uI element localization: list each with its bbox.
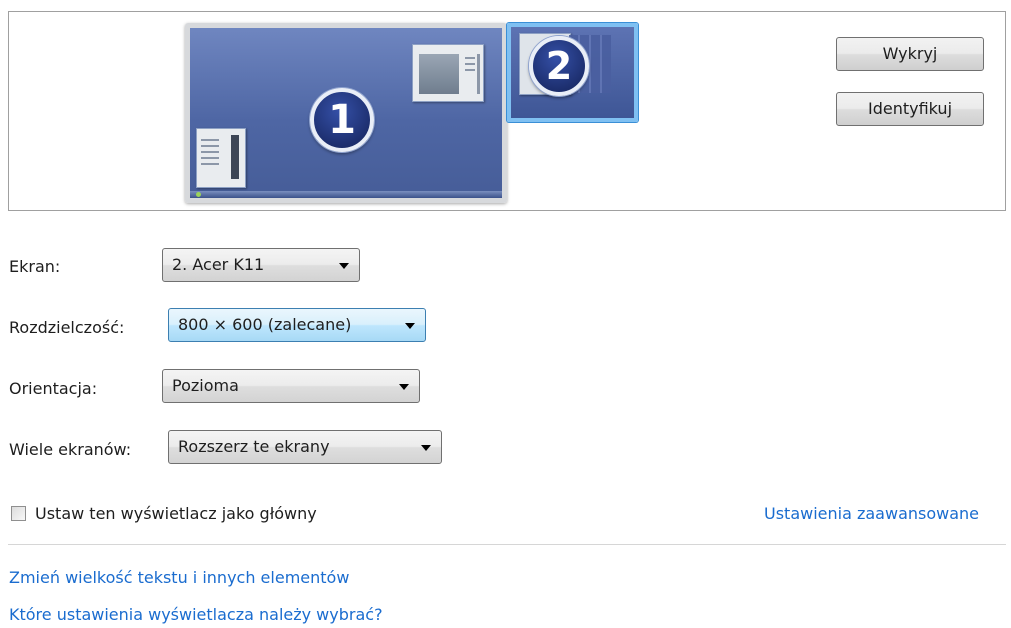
monitor-1-number: 1 — [310, 88, 374, 152]
resolution-dropdown[interactable]: 800 × 600 (zalecane) — [168, 308, 426, 342]
identify-button[interactable]: Identyfikuj — [836, 92, 984, 126]
orientation-label: Orientacja: — [9, 379, 98, 398]
chevron-down-icon — [339, 263, 349, 269]
resolution-dropdown-value: 800 × 600 (zalecane) — [178, 315, 352, 334]
text-size-link[interactable]: Zmień wielkość tekstu i innych elementów — [9, 568, 349, 587]
display-dropdown[interactable]: 2. Acer K11 — [162, 248, 360, 282]
resolution-label: Rozdzielczość: — [9, 318, 125, 337]
monitor-1-thumbnail[interactable]: 1 — [185, 23, 507, 203]
chevron-down-icon — [421, 445, 431, 451]
start-orb-icon — [196, 192, 201, 197]
multiple-displays-dropdown[interactable]: Rozszerz te ekrany — [168, 430, 442, 464]
document-thumbnail-icon — [196, 128, 246, 188]
main-display-checkbox[interactable] — [11, 506, 26, 521]
monitor-2-number: 2 — [529, 36, 589, 96]
orientation-dropdown[interactable]: Pozioma — [162, 369, 420, 403]
chevron-down-icon — [399, 384, 409, 390]
multiple-displays-dropdown-value: Rozszerz te ekrany — [178, 437, 330, 456]
orientation-dropdown-value: Pozioma — [172, 376, 239, 395]
display-dropdown-value: 2. Acer K11 — [172, 255, 265, 274]
taskbar — [190, 191, 502, 198]
display-label: Ekran: — [9, 257, 61, 276]
main-display-checkbox-label[interactable]: Ustaw ten wyświetlacz jako główny — [35, 504, 317, 523]
detect-button[interactable]: Wykryj — [836, 37, 984, 71]
advanced-settings-link[interactable]: Ustawienia zaawansowane — [764, 504, 979, 523]
which-settings-link[interactable]: Które ustawienia wyświetlacza należy wyb… — [9, 605, 383, 624]
window-thumbnail-icon — [412, 44, 484, 102]
monitor-2-thumbnail[interactable]: 2 — [507, 23, 638, 122]
chevron-down-icon — [405, 323, 415, 329]
multiple-displays-label: Wiele ekranów: — [9, 440, 132, 459]
divider — [8, 544, 1006, 545]
